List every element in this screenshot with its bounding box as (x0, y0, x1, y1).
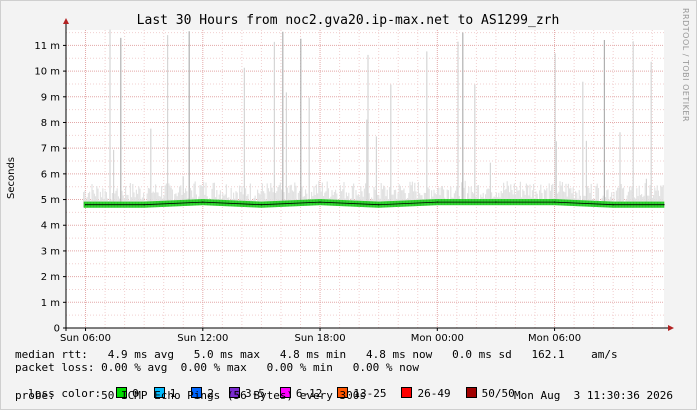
median-point (260, 204, 263, 206)
y-tick-label: 3 m (41, 246, 60, 257)
rtt-chart: 01 m2 m3 m4 m5 m6 m7 m8 m9 m10 m11 mSun … (6, 13, 674, 344)
y-tick-label: 5 m (41, 195, 60, 206)
y-tick-label: 10 m (34, 67, 60, 78)
loss-color-item: 26-49 (401, 387, 451, 400)
median-point (319, 201, 321, 203)
x-tick-label: Sun 06:00 (60, 333, 111, 344)
x-tick-label: Sun 12:00 (177, 333, 228, 344)
median-point (495, 201, 497, 203)
probe-line: probe: 50 ICMP Echo Pings (56 Bytes) eve… (15, 389, 366, 402)
x-tick-label: Mon 00:00 (411, 333, 464, 344)
y-tick-label: 11 m (34, 41, 60, 52)
y-axis-label: Seconds (6, 157, 17, 199)
median-point (612, 204, 614, 206)
loss-color-item: 50/50 (465, 387, 515, 400)
chart-title: Last 30 Hours from noc2.gva20.ip-max.net… (137, 13, 560, 28)
y-tick-label: 9 m (41, 92, 60, 103)
packet-loss-line: packet loss: 0.00 % avg 0.00 % max 0.00 … (15, 361, 419, 374)
median-point (663, 204, 665, 206)
loss-color-swatch (401, 387, 413, 398)
median-point (84, 204, 87, 206)
y-axis-arrow (63, 18, 69, 24)
median-point (378, 204, 380, 206)
x-tick-label: Sun 18:00 (295, 333, 346, 344)
x-axis-arrow (668, 325, 674, 331)
x-tick-label: Mon 06:00 (528, 333, 581, 344)
y-tick-label: 2 m (41, 272, 60, 283)
y-tick-label: 6 m (41, 169, 60, 180)
loss-color-swatch (465, 387, 477, 398)
y-tick-label: 1 m (41, 298, 60, 309)
median-point (202, 201, 204, 203)
timestamp: Mon Aug 3 11:30:36 2026 (514, 389, 673, 402)
y-tick-label: 7 m (41, 144, 60, 155)
median-rtt-line: median rtt: 4.9 ms avg 5.0 ms max 4.8 ms… (15, 348, 618, 361)
loss-color-value: 50/50 (481, 387, 515, 400)
y-tick-label: 8 m (41, 118, 60, 129)
plot-area (66, 30, 664, 328)
median-point (436, 201, 438, 203)
y-tick-label: 4 m (41, 221, 60, 232)
loss-color-value: 26-49 (417, 387, 451, 400)
median-point (143, 204, 145, 206)
median-point (553, 201, 556, 203)
rrdtool-watermark: RRDTOOL / TOBI OETIKER (681, 8, 690, 123)
